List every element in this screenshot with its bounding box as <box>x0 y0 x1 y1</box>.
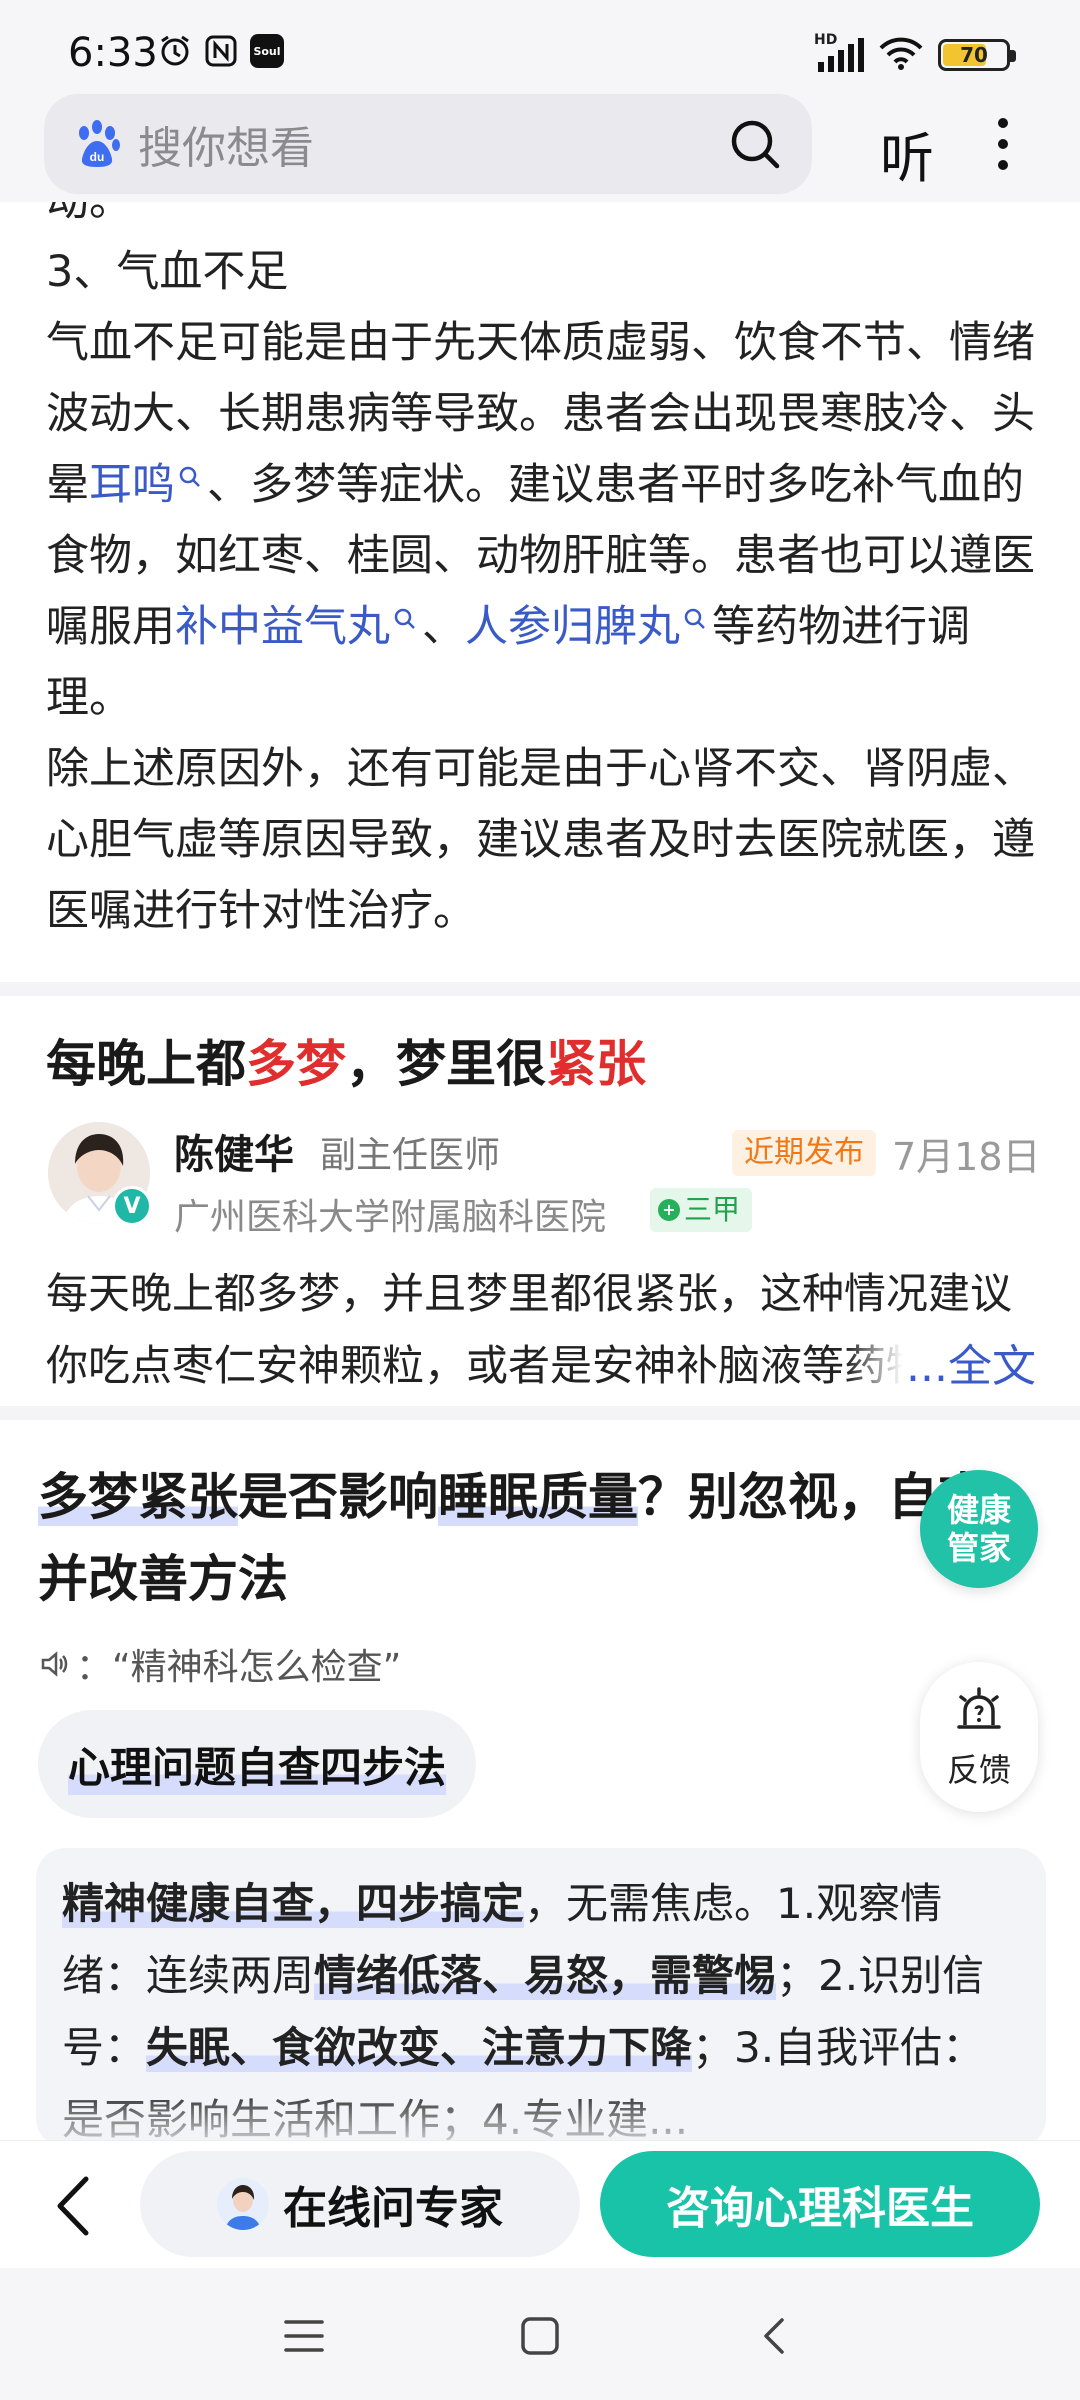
search-icon[interactable] <box>726 115 784 173</box>
status-time: 6:33 <box>68 30 158 76</box>
soul-app-icon: Soul <box>250 34 284 68</box>
search-box[interactable]: du 搜你想看 <box>44 94 812 194</box>
section-divider <box>0 982 1080 996</box>
link-buzhong[interactable]: 补中益气丸 <box>175 602 390 652</box>
separator: 、 <box>422 602 465 652</box>
section-heading: 3、气血不足 <box>46 247 289 297</box>
nfc-icon <box>204 34 238 68</box>
ask-expert-label: 在线问专家 <box>283 2183 503 2234</box>
svg-text:du: du <box>90 150 105 164</box>
doctor-answer-card[interactable]: 每晚上都多梦，梦里很紧张 V 陈健华 副主任医师 近期发布 7月18日 广州医科… <box>0 996 1080 1396</box>
search-link-icon <box>179 466 200 487</box>
alarm-icon <box>158 34 192 68</box>
ai-answer-box[interactable]: 精神健康自查，四步搞定，无需焦虑。1.观察情绪：连续两周情绪低落、易怒，需警惕；… <box>36 1848 1046 2148</box>
link-renshen[interactable]: 人参归脾丸 <box>465 602 680 652</box>
topic-chip[interactable]: 心理问题自查四步法 <box>38 1710 477 1818</box>
section-divider <box>0 1406 1080 1420</box>
search-header: du 搜你想看 听 <box>0 92 1080 202</box>
plus-icon: + <box>658 1199 680 1221</box>
system-nav-bar <box>0 2268 1080 2400</box>
menu-nav-icon[interactable] <box>280 2312 328 2360</box>
doctor-name[interactable]: 陈健华 <box>174 1122 294 1180</box>
feedback-button[interactable]: 反馈 <box>920 1662 1038 1812</box>
full-text-link[interactable]: ...全文 <box>846 1330 1036 1394</box>
voice-query[interactable]: ：“精神科怎么检查” <box>38 1638 401 1690</box>
hospital-grade-badge: + 三甲 <box>650 1188 753 1232</box>
search-link-icon <box>684 608 705 629</box>
recent-badge: 近期发布 <box>732 1130 876 1176</box>
status-icons-left: Soul <box>158 34 284 68</box>
back-arrow-icon[interactable] <box>44 2171 104 2241</box>
bottom-action-bar: 在线问专家 咨询心理科医生 <box>0 2140 1080 2268</box>
ai-answer-card: 多梦紧张是否影响睡眠质量？别忽视，自查并改善方法 ：“精神科怎么检查” 心理问题… <box>0 1420 1080 2148</box>
wifi-icon <box>878 36 924 74</box>
search-link-icon <box>394 608 415 629</box>
link-erming[interactable]: 耳鸣 <box>89 460 175 510</box>
back-nav-icon[interactable] <box>752 2312 800 2360</box>
feedback-icon <box>957 1687 1001 1729</box>
consult-doctor-button[interactable]: 咨询心理科医生 <box>600 2151 1040 2257</box>
article-content: 动。 3、气血不足 气血不足可能是由于先天体质虚弱、饮食不节、情绪波动大、长期患… <box>0 202 1080 982</box>
signal-icon: HD <box>814 32 864 72</box>
doctor-title: 副主任医师 <box>320 1135 501 1176</box>
baidu-logo-icon: du <box>72 119 122 169</box>
publish-date: 7月18日 <box>892 1135 1041 1179</box>
search-input[interactable]: 搜你想看 <box>138 112 726 176</box>
more-menu-icon[interactable] <box>988 112 1018 176</box>
battery-icon: 70 <box>938 39 1016 71</box>
expert-avatar <box>217 2178 269 2230</box>
hospital-name: 广州医科大学附属脑科医院 <box>174 1197 607 1238</box>
health-assistant-button[interactable]: 健康管家 <box>920 1470 1038 1588</box>
article-paragraph: 气血不足可能是由于先天体质虚弱、饮食不节、情绪波动大、长期患病等导致。患者会出现… <box>46 308 1046 734</box>
verified-badge-icon: V <box>112 1186 152 1226</box>
card-title[interactable]: 多梦紧张是否影响睡眠质量？别忽视，自查并改善方法 <box>38 1456 998 1620</box>
feedback-label: 反馈 <box>946 1751 1011 1789</box>
battery-level: 70 <box>960 43 988 67</box>
status-bar: 6:33 Soul HD 70 <box>0 0 1080 92</box>
home-nav-icon[interactable] <box>516 2312 564 2360</box>
listen-button[interactable]: 听 <box>880 114 934 193</box>
ask-expert-button[interactable]: 在线问专家 <box>140 2151 580 2257</box>
article-paragraph-2: 除上述原因外，还有可能是由于心肾不交、肾阴虚、心胆气虚等原因导致，建议患者及时去… <box>46 744 1035 936</box>
status-icons-right: HD 70 <box>814 32 1016 74</box>
article-cut-line: 动。 <box>46 202 1046 237</box>
speaker-icon <box>41 1651 68 1677</box>
card-title[interactable]: 每晚上都多梦，梦里很紧张 <box>46 1024 646 1096</box>
